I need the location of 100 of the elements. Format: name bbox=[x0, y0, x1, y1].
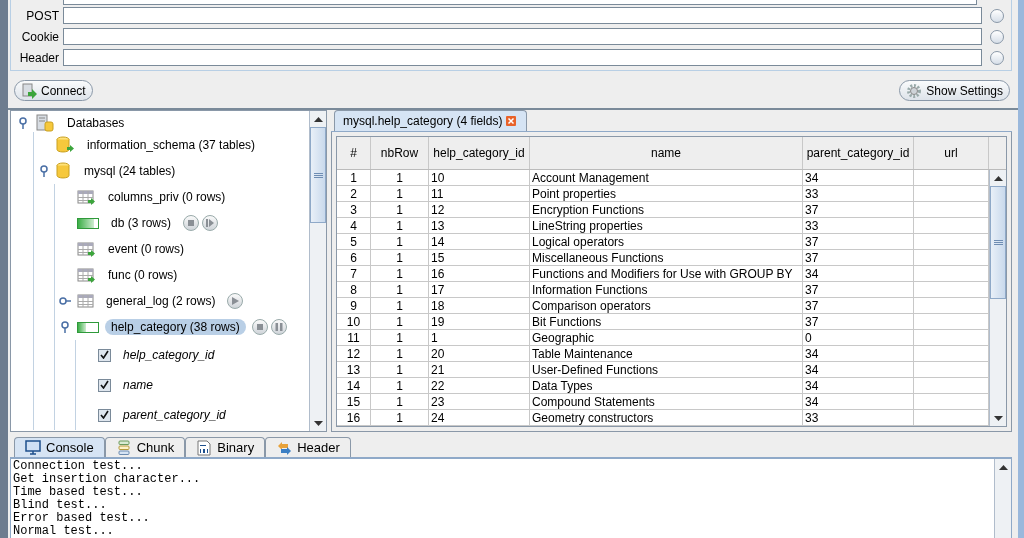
radio-button[interactable] bbox=[990, 8, 1004, 23]
table-cell: 20 bbox=[429, 346, 530, 361]
radio-button[interactable] bbox=[990, 50, 1004, 65]
tree-item[interactable]: mysql (24 tables) bbox=[78, 163, 182, 179]
tree-item[interactable]: general_log (2 rows) bbox=[100, 293, 222, 309]
scrollbar[interactable] bbox=[994, 459, 1011, 538]
console-line: Get insertion character... bbox=[13, 473, 202, 486]
stop-button[interactable] bbox=[183, 215, 200, 231]
bottom-tab[interactable]: Header bbox=[265, 437, 351, 457]
table-cell: Geographic bbox=[530, 330, 803, 345]
expanded-handle-icon[interactable] bbox=[17, 117, 29, 129]
url-field[interactable] bbox=[63, 0, 977, 5]
table-cell: 1 bbox=[371, 234, 429, 249]
table-cell: 33 bbox=[803, 410, 914, 425]
tree-item[interactable]: func (0 rows) bbox=[102, 267, 184, 283]
collapsed-handle-icon[interactable] bbox=[59, 295, 71, 307]
tree-item[interactable]: event (0 rows) bbox=[102, 241, 191, 257]
table-cell: 34 bbox=[803, 266, 914, 281]
resume-button[interactable] bbox=[202, 215, 219, 231]
table-cell: 17 bbox=[429, 282, 530, 297]
console-line: Error based test... bbox=[13, 512, 151, 525]
table-cell: 4 bbox=[337, 218, 371, 233]
table-cell: 5 bbox=[337, 234, 371, 249]
connect-button[interactable]: Connect bbox=[14, 80, 93, 101]
scroll-up-icon[interactable] bbox=[313, 116, 323, 122]
bottom-tab[interactable]: Binary bbox=[185, 437, 266, 457]
input-field[interactable] bbox=[63, 49, 982, 66]
scroll-up-icon[interactable] bbox=[993, 175, 1003, 181]
table-cell: 14 bbox=[429, 234, 530, 249]
radio-button[interactable] bbox=[990, 29, 1004, 44]
tree-item[interactable]: db (3 rows) bbox=[105, 215, 178, 231]
table-cell: 0 bbox=[803, 330, 914, 345]
tree-item[interactable]: name bbox=[117, 377, 160, 393]
settings-icon bbox=[906, 82, 923, 99]
table-cell: 13 bbox=[337, 362, 371, 377]
tree-item[interactable]: parent_category_id bbox=[117, 407, 232, 423]
column-header[interactable]: parent_category_id bbox=[803, 137, 914, 169]
bottom-tab[interactable]: Chunk bbox=[104, 437, 186, 457]
show-settings-button[interactable]: Show Settings bbox=[899, 80, 1010, 101]
column-header[interactable]: help_category_id bbox=[429, 137, 530, 169]
check-icon bbox=[100, 379, 109, 389]
checkbox[interactable] bbox=[98, 348, 111, 362]
column-header[interactable]: name bbox=[530, 137, 803, 169]
table-cell: 15 bbox=[337, 394, 371, 409]
table-arrow-icon bbox=[77, 267, 96, 283]
checkbox[interactable] bbox=[98, 378, 111, 392]
table-cell: 1 bbox=[371, 298, 429, 313]
table-cell: 1 bbox=[371, 394, 429, 409]
tree-item[interactable]: help_category (38 rows) bbox=[105, 319, 246, 335]
table-cell: 24 bbox=[429, 410, 530, 425]
table-cell: 19 bbox=[429, 314, 530, 329]
table-cell: 21 bbox=[429, 362, 530, 377]
expanded-handle-icon[interactable] bbox=[59, 321, 71, 333]
stop-button[interactable] bbox=[251, 319, 268, 335]
column-header[interactable]: # bbox=[337, 137, 371, 169]
result-tab[interactable]: mysql.help_category (4 fields) bbox=[334, 110, 528, 131]
table-cell: 1 bbox=[371, 218, 429, 233]
table-cell: 11 bbox=[429, 186, 530, 201]
scrollbar[interactable] bbox=[309, 111, 326, 431]
tree-item[interactable]: help_category_id bbox=[117, 347, 221, 363]
table-cell: 16 bbox=[337, 410, 371, 425]
table-cell: 11 bbox=[337, 330, 371, 345]
column-header[interactable]: url bbox=[914, 137, 989, 169]
table-cell: 13 bbox=[429, 218, 530, 233]
table-cell: Geometry constructors bbox=[530, 410, 803, 425]
table-cell: Comparison operators bbox=[530, 298, 803, 313]
binary-document-icon bbox=[196, 439, 213, 456]
table-cell: 37 bbox=[803, 250, 914, 265]
tree-item[interactable]: Databases bbox=[61, 115, 131, 131]
table-cell: 6 bbox=[337, 250, 371, 265]
table-cell: LineString properties bbox=[530, 218, 803, 233]
field-label: Header bbox=[18, 50, 59, 65]
input-field[interactable] bbox=[63, 7, 982, 24]
scroll-down-icon[interactable] bbox=[313, 420, 323, 426]
close-icon[interactable] bbox=[506, 116, 517, 126]
table-cell: 1 bbox=[371, 202, 429, 217]
table-cell: 10 bbox=[337, 314, 371, 329]
scrollbar[interactable] bbox=[989, 170, 1006, 426]
table-cell: 15 bbox=[429, 250, 530, 265]
table-cell: 2 bbox=[337, 186, 371, 201]
pause-button[interactable] bbox=[270, 319, 287, 335]
table-cell: 1 bbox=[371, 250, 429, 265]
tree-item[interactable]: columns_priv (0 rows) bbox=[102, 189, 232, 205]
resume-icon bbox=[205, 218, 216, 228]
checkbox[interactable] bbox=[98, 408, 111, 422]
column-header[interactable]: nbRow bbox=[371, 137, 429, 169]
input-field[interactable] bbox=[63, 28, 982, 45]
play-icon bbox=[230, 296, 241, 306]
table-cell: 23 bbox=[429, 394, 530, 409]
monitor-icon bbox=[25, 439, 41, 456]
database-arrow-icon bbox=[56, 136, 75, 154]
bottom-tab[interactable]: Console bbox=[14, 437, 105, 457]
table-cell: 1 bbox=[371, 170, 429, 185]
play-button[interactable] bbox=[227, 293, 244, 309]
scroll-down-icon[interactable] bbox=[993, 415, 1003, 421]
tree-item[interactable]: information_schema (37 tables) bbox=[81, 137, 262, 153]
table-cell: 34 bbox=[803, 170, 914, 185]
table-cell: 22 bbox=[429, 378, 530, 393]
scroll-up-icon[interactable] bbox=[998, 464, 1008, 470]
expanded-handle-icon[interactable] bbox=[38, 165, 50, 177]
